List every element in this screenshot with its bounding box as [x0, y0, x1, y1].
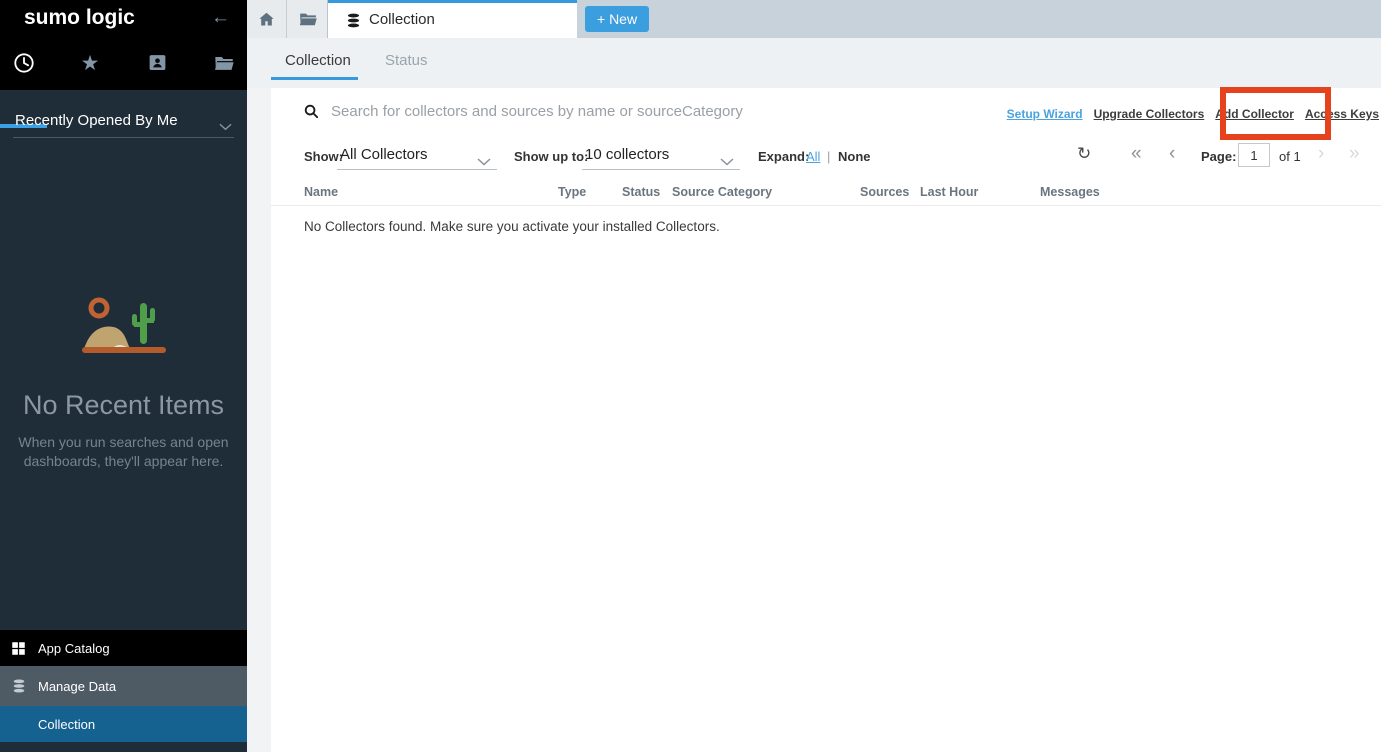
database-icon: [345, 12, 362, 29]
empty-state-subtitle: When you run searches and open dashboard…: [0, 433, 247, 471]
folders-icon[interactable]: [212, 52, 236, 76]
next-page-icon[interactable]: ›: [1318, 143, 1323, 165]
sidebar-item-label: Manage Data: [38, 679, 116, 694]
tab-buttons: [247, 0, 328, 38]
page-label: Page:: [1201, 149, 1236, 164]
page-tabs: Collection Status: [247, 38, 1381, 88]
folder-icon: [298, 9, 318, 29]
sidebar-bottom-menu: App Catalog Manage Data Collection: [0, 630, 247, 742]
recent-dropdown-label: Recently Opened By Me: [15, 112, 178, 129]
expand-label: Expand:: [758, 149, 809, 164]
upgrade-collectors-link[interactable]: Upgrade Collectors: [1094, 107, 1205, 121]
access-keys-link[interactable]: Access Keys: [1305, 107, 1379, 121]
column-header-status[interactable]: Status: [622, 185, 660, 199]
refresh-icon[interactable]: ↻: [1077, 144, 1091, 164]
page-count-label: of 1: [1279, 149, 1301, 164]
database-icon: [11, 678, 27, 694]
filter-row: Show: All Collectors Show up to: 10 coll…: [271, 143, 1381, 177]
expand-separator: |: [827, 149, 830, 164]
column-header-name[interactable]: Name: [304, 185, 338, 199]
page-number-input[interactable]: [1238, 143, 1270, 167]
table-header-row: Name Type Status Source Category Sources…: [271, 185, 1381, 206]
show-up-to-dropdown[interactable]: 10 collectors: [582, 143, 740, 170]
expand-none-link[interactable]: None: [838, 149, 871, 164]
sidebar-item-label: Collection: [38, 717, 95, 732]
column-header-sources[interactable]: Sources: [860, 185, 909, 199]
chevron-down-icon: [219, 118, 232, 135]
show-filter-dropdown[interactable]: All Collectors: [337, 143, 497, 170]
chevron-down-icon: [477, 153, 491, 171]
column-header-type[interactable]: Type: [558, 185, 586, 199]
tab-title: Collection: [369, 11, 435, 28]
sumo-logic-app: sumo logic ← ★ Recently Opened By Me: [0, 0, 1381, 752]
show-filter-value: All Collectors: [340, 146, 428, 163]
expand-all-link[interactable]: All: [806, 149, 820, 164]
setup-wizard-link[interactable]: Setup Wizard: [1007, 107, 1083, 121]
collection-window-tab[interactable]: Collection: [328, 0, 577, 38]
show-up-to-label: Show up to:: [514, 149, 588, 164]
show-up-to-value: 10 collectors: [585, 146, 669, 163]
column-header-messages[interactable]: Messages: [1040, 185, 1100, 199]
column-header-source-category[interactable]: Source Category: [672, 185, 772, 199]
active-tab-underline: [271, 77, 358, 80]
home-icon: [257, 10, 276, 29]
collection-panel: Setup Wizard Upgrade Collectors Add Coll…: [271, 88, 1381, 752]
favorites-icon[interactable]: ★: [78, 52, 102, 76]
desert-illustration: [82, 295, 166, 362]
shared-content-icon[interactable]: [145, 52, 169, 76]
collapse-sidebar-icon[interactable]: ←: [211, 7, 230, 29]
library-tab-button[interactable]: [288, 0, 328, 38]
top-tab-bar: Collection + New: [247, 0, 1381, 38]
app-logo: sumo logic: [24, 6, 135, 30]
logo-bar: sumo logic ←: [0, 0, 247, 38]
first-page-icon[interactable]: «: [1131, 143, 1141, 165]
empty-state-title: No Recent Items: [0, 390, 247, 421]
sidebar-item-collection[interactable]: Collection: [0, 706, 247, 742]
content-gutter: [247, 88, 271, 752]
home-tab-button[interactable]: [247, 0, 287, 38]
sidebar-item-label: App Catalog: [38, 641, 110, 656]
search-input[interactable]: [331, 97, 931, 125]
new-tab-button[interactable]: + New: [585, 6, 649, 32]
search-icon: [303, 103, 320, 125]
column-header-last-hour[interactable]: Last Hour: [920, 185, 978, 199]
tab-status[interactable]: Status: [385, 52, 428, 69]
sidebar-item-manage-data[interactable]: Manage Data: [0, 666, 247, 706]
sidebar-nav-icons: ★: [0, 38, 247, 90]
empty-table-message: No Collectors found. Make sure you activ…: [304, 219, 720, 234]
chevron-down-icon: [720, 153, 734, 171]
action-links: Setup Wizard Upgrade Collectors Add Coll…: [1007, 107, 1379, 121]
recent-icon[interactable]: [12, 52, 36, 76]
last-page-icon[interactable]: »: [1349, 143, 1359, 165]
sidebar: sumo logic ← ★ Recently Opened By Me: [0, 0, 247, 752]
sidebar-item-app-catalog[interactable]: App Catalog: [0, 630, 247, 666]
tab-collection[interactable]: Collection: [285, 52, 351, 69]
grid-icon: [11, 641, 26, 656]
previous-page-icon[interactable]: ‹: [1169, 143, 1174, 165]
sidebar-empty-state: No Recent Items When you run searches an…: [0, 295, 247, 471]
add-collector-link[interactable]: Add Collector: [1215, 107, 1294, 121]
recent-dropdown[interactable]: Recently Opened By Me: [13, 108, 234, 138]
